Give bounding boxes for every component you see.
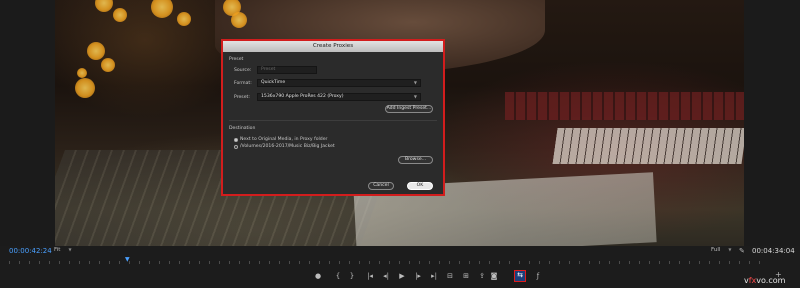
source-dropdown[interactable]: Preset bbox=[257, 66, 317, 74]
fx-icon[interactable]: ƒ bbox=[532, 270, 544, 282]
create-proxies-dialog: Create Proxies Preset Source: Preset For… bbox=[221, 39, 445, 196]
go-to-out-icon[interactable]: ▸| bbox=[428, 270, 440, 282]
resolution-value: Full bbox=[711, 247, 721, 253]
format-value: QuickTime bbox=[261, 80, 286, 85]
source-value: Preset bbox=[261, 67, 276, 72]
preset-label: Preset: bbox=[234, 95, 250, 100]
wrench-icon[interactable]: ✎ bbox=[739, 247, 745, 255]
chevron-down-icon: ▼ bbox=[413, 80, 417, 85]
chevron-down-icon: ▼ bbox=[68, 247, 72, 252]
synth-keys-red bbox=[505, 92, 744, 120]
camera-icon[interactable]: ◙ bbox=[488, 270, 500, 282]
preset-dropdown[interactable]: 1536x790 Apple ProRes 422 (Proxy) ▼ bbox=[257, 93, 421, 101]
bokeh-light bbox=[113, 8, 127, 22]
bokeh-light bbox=[231, 12, 247, 28]
resolution-dropdown[interactable]: Full ▼ bbox=[711, 247, 731, 253]
chevron-down-icon: ▼ bbox=[413, 94, 417, 99]
transport-controls: ● {} |◂ ◂| ▶ |▸ ▸| ⊟ ⊞ ⇪ ◙ ⇆ ƒ bbox=[312, 270, 552, 284]
mark-out-icon[interactable]: } bbox=[346, 270, 358, 282]
monitor-right-margin bbox=[744, 0, 800, 246]
radio-custom-path[interactable] bbox=[234, 145, 238, 149]
bokeh-light bbox=[77, 68, 87, 78]
zoom-dropdown[interactable]: Fit ▼ bbox=[54, 247, 72, 253]
ok-button[interactable]: OK bbox=[407, 182, 433, 190]
bokeh-light bbox=[95, 0, 113, 12]
step-forward-icon[interactable]: |▸ bbox=[412, 270, 424, 282]
bokeh-light bbox=[87, 42, 105, 60]
time-ruler[interactable] bbox=[9, 257, 769, 264]
marker-icon[interactable]: ● bbox=[312, 270, 324, 282]
dialog-title: Create Proxies bbox=[223, 41, 443, 52]
mark-in-icon[interactable]: { bbox=[332, 270, 344, 282]
format-label: Format: bbox=[234, 81, 252, 86]
playhead-icon[interactable]: ▼ bbox=[125, 257, 130, 263]
chevron-down-icon: ▼ bbox=[728, 247, 732, 252]
cancel-button[interactable]: Cancel bbox=[368, 182, 394, 190]
toggle-proxies-icon[interactable]: ⇆ bbox=[514, 270, 526, 282]
source-label: Source: bbox=[234, 68, 252, 73]
preset-section-label: Preset bbox=[229, 57, 244, 62]
browse-button[interactable]: Browse... bbox=[398, 156, 433, 164]
synth-keys-white bbox=[552, 128, 744, 164]
preset-value: 1536x790 Apple ProRes 422 (Proxy) bbox=[261, 94, 344, 99]
go-to-in-icon[interactable]: |◂ bbox=[364, 270, 376, 282]
zoom-value: Fit bbox=[54, 247, 61, 253]
destination-section-label: Destination bbox=[229, 126, 256, 131]
monitor-left-margin bbox=[0, 0, 55, 246]
bokeh-light bbox=[101, 58, 115, 72]
bokeh-light bbox=[177, 12, 191, 26]
dest-option-2-label: /Volumes/2016-2017/Music Biz/Big Jacket bbox=[240, 144, 335, 149]
section-divider bbox=[229, 120, 437, 121]
bokeh-light bbox=[75, 78, 95, 98]
bokeh-light bbox=[151, 0, 173, 18]
add-ingest-preset-button[interactable]: Add Ingest Preset... bbox=[385, 105, 433, 113]
duration-timecode: 00:04:34:04 bbox=[752, 247, 795, 255]
step-back-icon[interactable]: ◂| bbox=[380, 270, 392, 282]
format-dropdown[interactable]: QuickTime ▼ bbox=[257, 79, 421, 87]
radio-next-to-original[interactable] bbox=[234, 138, 238, 142]
export-frame-icon[interactable]: ⇪ bbox=[476, 270, 488, 282]
playhead-timecode[interactable]: 00:00:42:24 bbox=[9, 247, 52, 255]
watermark-suffix: vo.com bbox=[756, 276, 786, 285]
watermark: vfxvo.com bbox=[744, 276, 785, 285]
extract-icon[interactable]: ⊞ bbox=[460, 270, 472, 282]
play-icon[interactable]: ▶ bbox=[396, 270, 408, 282]
dest-option-1-label: Next to Original Media, in Proxy folder bbox=[240, 137, 328, 142]
lift-icon[interactable]: ⊟ bbox=[444, 270, 456, 282]
